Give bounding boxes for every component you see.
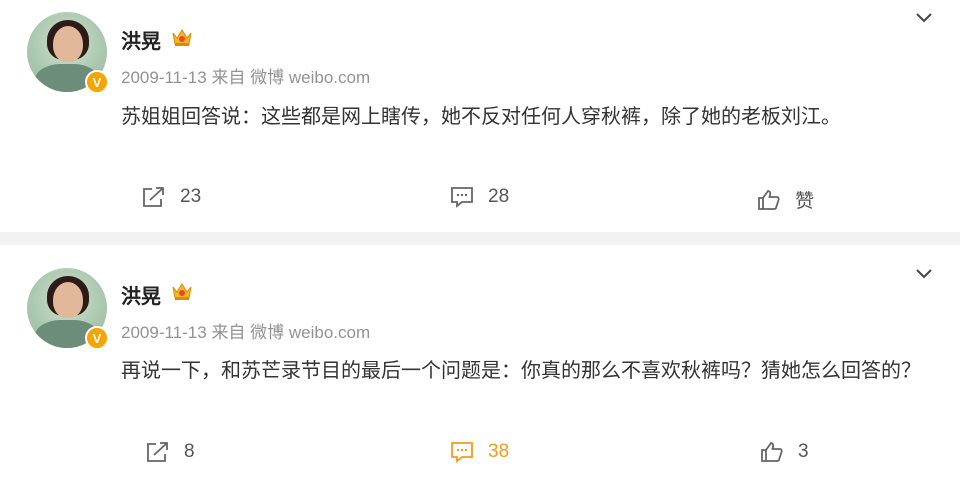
thumbs-up-icon	[761, 442, 783, 462]
like-count: 3	[798, 441, 809, 462]
comment-count: 38	[488, 441, 510, 462]
post-meta: 2009-11-13 来自 微博 weibo.com	[121, 318, 370, 343]
weibo-post: V 洪晃 2009-11-13 来自 微博 weibo.com 再说一下，和苏芒…	[0, 245, 960, 484]
weibo-post: V 洪晃 2009-11-13 来自 微博 weibo.com 苏姐姐回答说：这…	[0, 0, 960, 232]
avatar[interactable]: V	[27, 12, 109, 94]
share-icon	[147, 442, 168, 462]
like-button[interactable]: 3	[760, 441, 809, 463]
like-label: 赞	[795, 191, 815, 212]
crown-icon[interactable]	[171, 27, 193, 47]
comment-count: 28	[488, 186, 510, 207]
author-name[interactable]: 洪晃	[121, 280, 161, 309]
comment-button[interactable]: 28	[450, 186, 509, 208]
share-count: 8	[184, 441, 195, 462]
share-button[interactable]: 23	[142, 186, 201, 208]
comment-button[interactable]: 38	[450, 441, 509, 463]
verified-v-icon: V	[85, 70, 109, 94]
share-button[interactable]: 8	[146, 441, 195, 463]
comment-icon	[451, 442, 473, 463]
post-source: 来自 微博 weibo.com	[211, 323, 371, 342]
verified-v-icon: V	[85, 326, 109, 350]
post-meta: 2009-11-13 来自 微博 weibo.com	[121, 63, 370, 88]
chevron-down-icon[interactable]	[912, 8, 936, 28]
share-count: 23	[180, 186, 202, 207]
post-timestamp[interactable]: 2009-11-13	[121, 323, 207, 342]
post-timestamp[interactable]: 2009-11-13	[121, 68, 207, 87]
post-text: 再说一下，和苏芒录节目的最后一个问题是：你真的那么不喜欢秋裤吗？猜她怎么回答的？	[121, 358, 921, 382]
post-text: 苏姐姐回答说：这些都是网上瞎传，她不反对任何人穿秋裤，除了她的老板刘江。	[121, 104, 841, 128]
author-name[interactable]: 洪晃	[121, 25, 161, 54]
avatar[interactable]: V	[27, 268, 109, 350]
post-source: 来自 微博 weibo.com	[211, 68, 371, 87]
thumbs-up-icon	[758, 189, 780, 210]
like-button[interactable]: 赞	[757, 186, 814, 213]
comment-icon	[451, 187, 473, 208]
share-icon	[143, 187, 164, 207]
crown-icon[interactable]	[171, 281, 193, 301]
chevron-down-icon[interactable]	[912, 264, 936, 284]
